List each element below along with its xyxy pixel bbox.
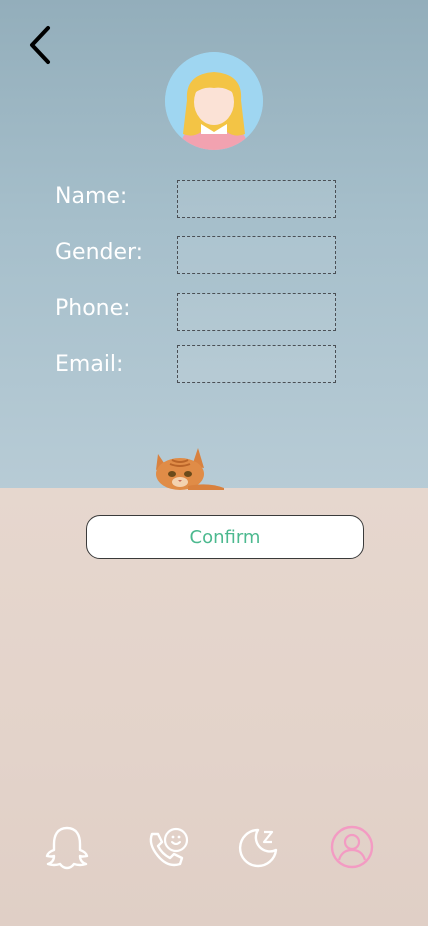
name-label: Name: (55, 184, 128, 209)
phone-field[interactable] (177, 293, 336, 331)
avatar-illustration-icon (165, 52, 263, 150)
name-field[interactable] (177, 180, 336, 218)
avatar[interactable] (165, 52, 263, 150)
nav-item-phone[interactable] (144, 824, 190, 870)
chevron-left-icon (30, 26, 50, 64)
gender-field[interactable] (177, 236, 336, 274)
email-label: Email: (55, 352, 124, 377)
profile-icon (330, 825, 374, 869)
nav-item-ghost[interactable] (44, 824, 90, 870)
phone-icon (149, 827, 189, 867)
back-button[interactable] (22, 24, 58, 66)
nav-item-profile[interactable] (329, 824, 375, 870)
confirm-button[interactable]: Confirm (86, 515, 364, 559)
nav-item-sleep[interactable] (236, 824, 282, 870)
phone-label: Phone: (55, 296, 131, 321)
cat-image (156, 448, 224, 490)
ghost-icon (45, 826, 89, 870)
gender-label: Gender: (55, 240, 144, 265)
email-field[interactable] (177, 345, 336, 383)
moon-sleep-icon (238, 828, 278, 868)
